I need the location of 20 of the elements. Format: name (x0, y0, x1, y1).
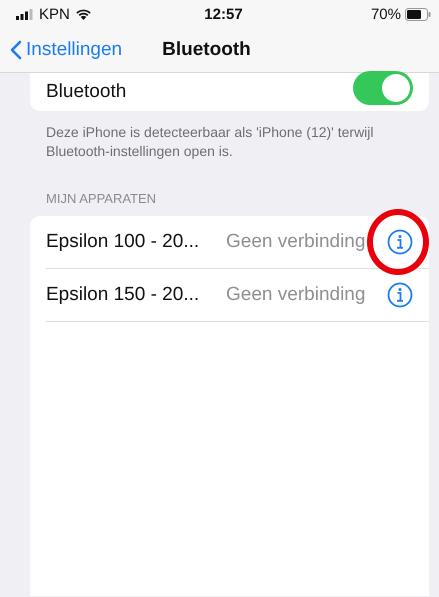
status-time: 12:57 (203, 6, 244, 22)
device-status: Geen verbinding (226, 284, 366, 306)
info-icon[interactable] (387, 228, 413, 255)
wifi-icon (74, 8, 92, 20)
back-button[interactable]: Instellingen (10, 39, 122, 61)
chevron-left-icon (10, 40, 22, 60)
page-title: Bluetooth (162, 39, 251, 61)
signal-icon (16, 8, 34, 20)
section-header: MIJN APPARATEN (45, 190, 158, 208)
bluetooth-label: Bluetooth (46, 81, 128, 103)
bluetooth-toggle[interactable] (353, 71, 413, 105)
device-name[interactable]: Epsilon 100 - 20... (46, 230, 226, 253)
device-status: Geen verbinding (226, 230, 366, 253)
battery-percent: 70% (370, 6, 401, 22)
visibility-note: Deze iPhone is detecteerbaar als 'iPhone (12)' terwijl Bluetooth-instellingen open is. (45, 123, 375, 161)
battery-icon (404, 8, 431, 20)
carrier-name: KPN (39, 6, 70, 22)
info-icon[interactable] (387, 282, 413, 308)
highlight-circle (367, 208, 429, 275)
device-name[interactable]: Epsilon 150 - 20... (46, 284, 226, 306)
